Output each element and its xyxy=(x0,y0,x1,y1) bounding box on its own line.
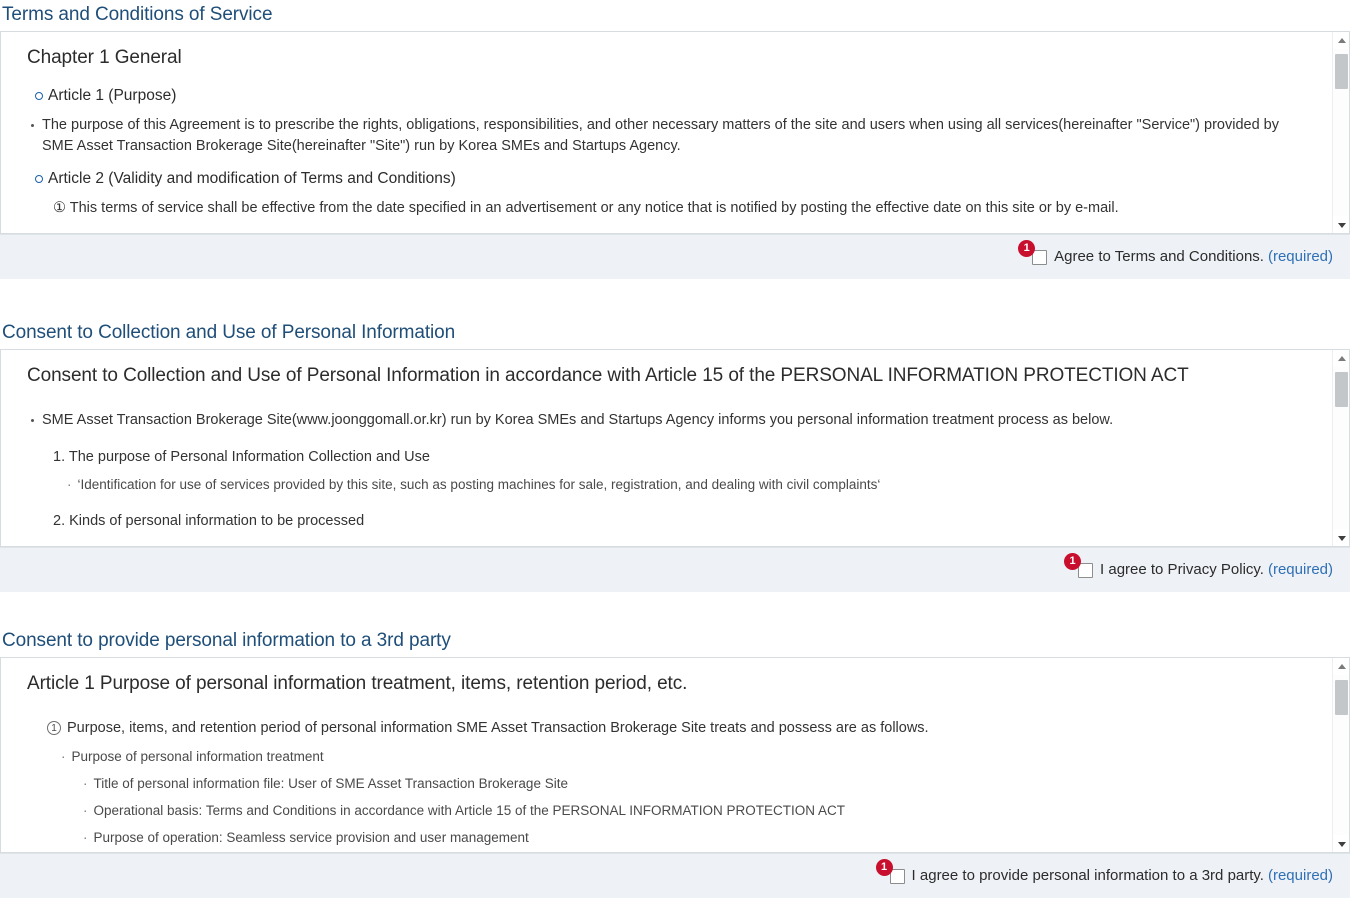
section-terms-and-conditions: Terms and Conditions of Service Chapter … xyxy=(0,0,1350,279)
middot-icon: · xyxy=(61,749,66,764)
third-party-mid-item: · Purpose of personal information treatme… xyxy=(61,747,1312,767)
scroll-down-button[interactable] xyxy=(1333,835,1349,852)
third-party-panel: Article 1 Purpose of personal informatio… xyxy=(0,657,1350,853)
dot-bullet-icon xyxy=(31,124,34,127)
middot-icon: · xyxy=(67,477,72,492)
agree-third-party-label: I agree to provide personal information … xyxy=(911,867,1264,884)
third-party-mid-text: Purpose of personal information treatmen… xyxy=(71,749,324,764)
chevron-down-icon xyxy=(1337,222,1346,228)
scroll-down-button[interactable] xyxy=(1333,216,1349,233)
agree-third-party-required-link[interactable]: (required) xyxy=(1268,867,1333,885)
agree-terms-checkbox[interactable] xyxy=(1032,249,1048,265)
privacy-item-1-number: 1. The purpose of Personal Information C… xyxy=(53,449,430,465)
third-party-deep-item: · Purpose of operation: Seamless service … xyxy=(83,828,1312,848)
third-party-agree-footer: 1 I agree to provide personal informatio… xyxy=(0,853,1350,898)
terms-panel: Chapter 1 General Article 1 (Purpose) Th… xyxy=(0,31,1350,234)
chevron-up-icon xyxy=(1337,355,1346,361)
third-party-circled-item: 1 Purpose, items, and retention period o… xyxy=(47,718,1312,739)
third-party-deep-item: · Operational basis: Terms and Conditions… xyxy=(83,801,1312,821)
terms-scroll-content[interactable]: Chapter 1 General Article 1 (Purpose) Th… xyxy=(1,32,1332,233)
terms-article-2-clipped-text: ① This terms of service shall be effecti… xyxy=(53,200,1119,216)
section-third-party: Consent to provide personal information … xyxy=(0,626,1350,898)
scroll-up-button[interactable] xyxy=(1333,350,1349,367)
privacy-item-1-sub-text: ‘Identification for use of services prov… xyxy=(77,477,881,492)
middot-icon: · xyxy=(83,803,88,818)
circle-bullet-icon xyxy=(35,92,43,100)
section-title-terms: Terms and Conditions of Service xyxy=(2,4,273,25)
scroll-up-button[interactable] xyxy=(1333,658,1349,675)
terms-doc-heading: Chapter 1 General xyxy=(27,47,182,68)
privacy-scroll-content[interactable]: Consent to Collection and Use of Persona… xyxy=(1,350,1332,546)
chevron-down-icon xyxy=(1337,535,1346,541)
third-party-circled-text: Purpose, items, and retention period of … xyxy=(67,720,929,736)
privacy-item-1-sub: · ‘Identification for use of services pro… xyxy=(67,475,1312,495)
section-title-third-party: Consent to provide personal information … xyxy=(2,630,451,651)
privacy-intro-bullet: SME Asset Transaction Brokerage Site(www… xyxy=(31,410,1312,431)
circle-bullet-icon xyxy=(35,175,43,183)
terms-article-1-bullet-text: The purpose of this Agreement is to pres… xyxy=(42,117,1279,154)
agree-privacy-required-link[interactable]: (required) xyxy=(1268,561,1333,579)
terms-article-1: Article 1 (Purpose) xyxy=(35,86,1312,106)
step-badge: 1 xyxy=(1018,239,1036,257)
terms-agree-group[interactable]: 1 Agree to Terms and Conditions. (requir… xyxy=(1018,239,1333,266)
terms-agreement-page: Terms and Conditions of Service Chapter … xyxy=(0,0,1350,913)
dot-bullet-icon xyxy=(31,419,34,422)
privacy-scrollbar[interactable] xyxy=(1332,350,1349,546)
third-party-scroll-content[interactable]: Article 1 Purpose of personal informatio… xyxy=(1,658,1332,852)
privacy-item-2-number: 2. Kinds of personal information to be p… xyxy=(53,513,365,529)
section-title-privacy: Consent to Collection and Use of Persona… xyxy=(2,322,456,343)
privacy-doc-heading: Consent to Collection and Use of Persona… xyxy=(27,365,1189,386)
chevron-up-icon xyxy=(1337,663,1346,669)
terms-article-1-label: Article 1 (Purpose) xyxy=(48,87,177,104)
middot-icon: · xyxy=(83,776,88,791)
privacy-intro-text: SME Asset Transaction Brokerage Site(www… xyxy=(42,412,1114,428)
third-party-deep-item: · Title of personal information file: Use… xyxy=(83,774,1312,794)
middot-icon: · xyxy=(83,830,88,845)
scroll-down-button[interactable] xyxy=(1333,529,1349,546)
terms-article-2: Article 2 (Validity and modification of … xyxy=(35,169,1312,189)
third-party-deep-text: Purpose of operation: Seamless service p… xyxy=(93,830,529,845)
third-party-doc-heading: Article 1 Purpose of personal informatio… xyxy=(27,673,688,694)
section-personal-info-collection: Consent to Collection and Use of Persona… xyxy=(0,318,1350,592)
chevron-down-icon xyxy=(1337,841,1346,847)
step-badge: 1 xyxy=(1064,552,1082,570)
terms-scrollbar[interactable] xyxy=(1332,32,1349,233)
step-badge: 1 xyxy=(875,858,893,876)
agree-terms-label: Agree to Terms and Conditions. xyxy=(1054,248,1264,265)
scrollbar-thumb[interactable] xyxy=(1335,680,1348,715)
third-party-agree-group[interactable]: 1 I agree to provide personal informatio… xyxy=(875,858,1333,885)
privacy-panel: Consent to Collection and Use of Persona… xyxy=(0,349,1350,547)
third-party-deep-text: Title of personal information file: User… xyxy=(93,776,568,791)
terms-article-1-bullet: The purpose of this Agreement is to pres… xyxy=(31,115,1312,157)
third-party-scrollbar[interactable] xyxy=(1332,658,1349,852)
terms-article-2-label: Article 2 (Validity and modification of … xyxy=(48,170,456,187)
scroll-up-button[interactable] xyxy=(1333,32,1349,49)
agree-terms-required-link[interactable]: (required) xyxy=(1268,248,1333,266)
scrollbar-thumb[interactable] xyxy=(1335,372,1348,407)
privacy-agree-group[interactable]: 1 I agree to Privacy Policy. (required) xyxy=(1064,552,1333,579)
terms-agree-footer: 1 Agree to Terms and Conditions. (requir… xyxy=(0,234,1350,279)
circled-one-icon: 1 xyxy=(47,721,61,735)
chevron-up-icon xyxy=(1337,37,1346,43)
third-party-deep-text: Operational basis: Terms and Conditions … xyxy=(93,803,846,818)
scrollbar-thumb[interactable] xyxy=(1335,54,1348,89)
agree-privacy-label: I agree to Privacy Policy. xyxy=(1100,561,1264,578)
privacy-agree-footer: 1 I agree to Privacy Policy. (required) xyxy=(0,547,1350,592)
